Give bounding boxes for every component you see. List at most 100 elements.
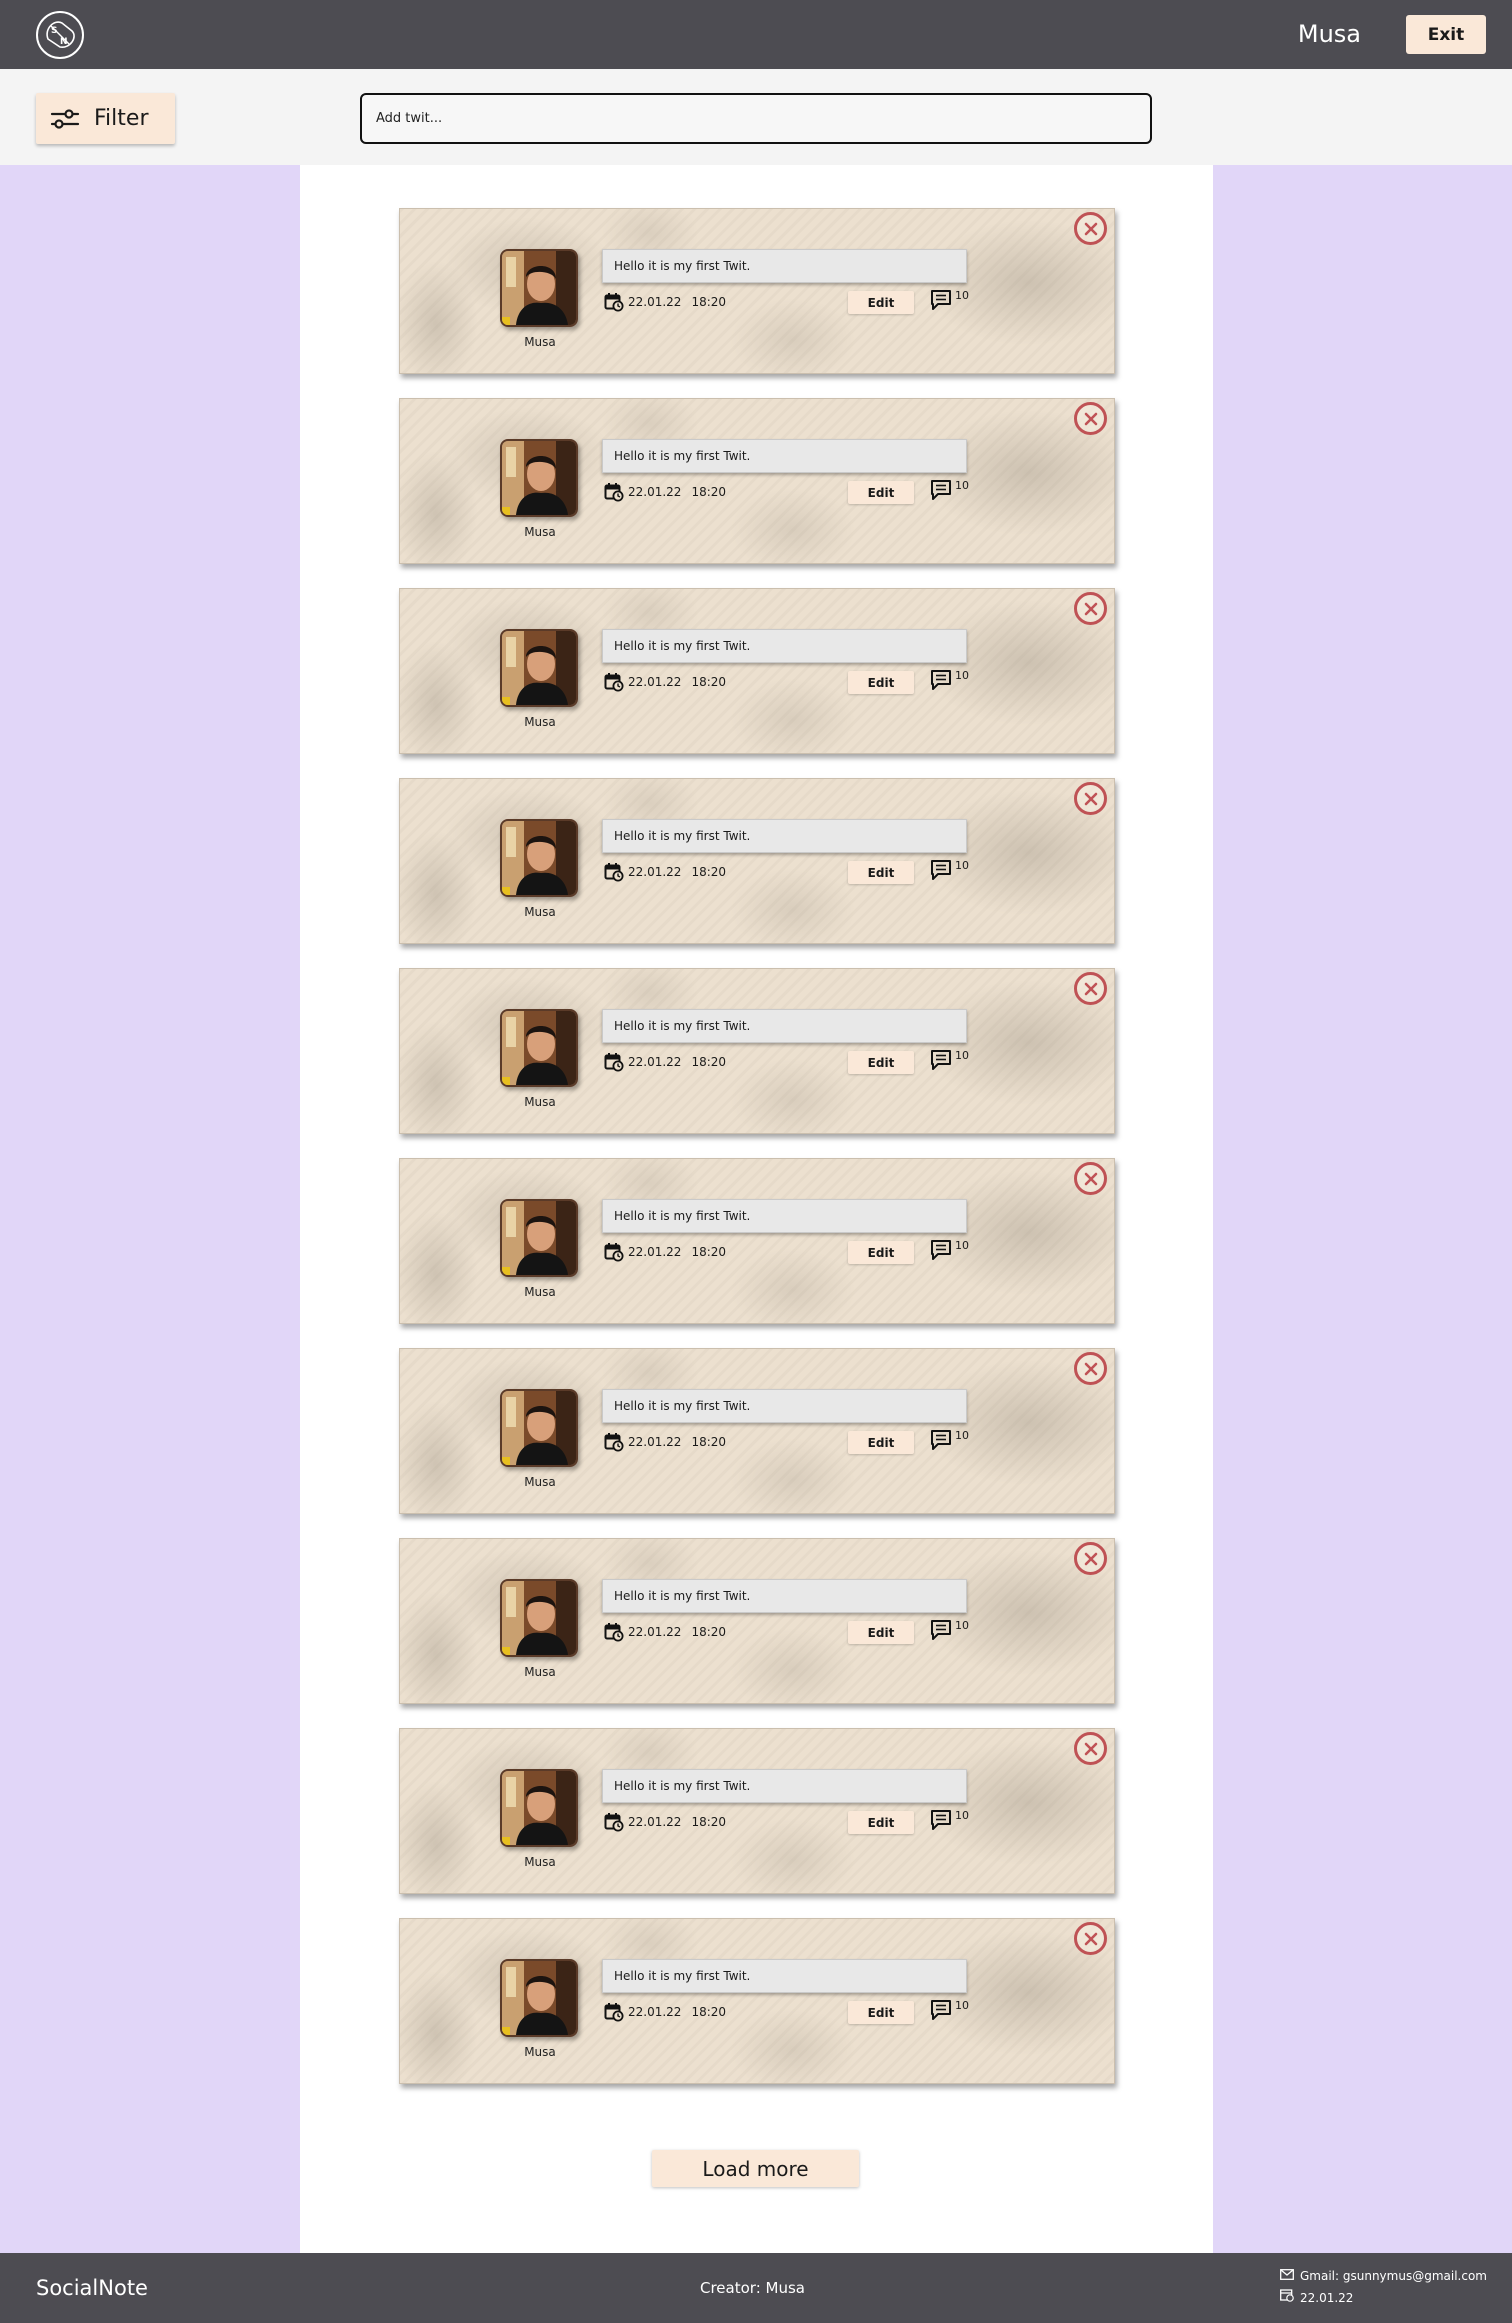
edit-post-button[interactable]: Edit xyxy=(848,1621,914,1644)
post-time: 18:20 xyxy=(691,865,727,879)
post-author: Musa xyxy=(524,1285,556,1299)
delete-post-icon[interactable] xyxy=(1074,1922,1107,1955)
comments-button[interactable]: 10 xyxy=(930,289,969,313)
post-author: Musa xyxy=(524,525,556,539)
delete-post-icon[interactable] xyxy=(1074,212,1107,245)
comment-icon xyxy=(930,1619,955,1644)
post-text: Hello it is my first Twit. xyxy=(602,1579,967,1613)
post-time: 18:20 xyxy=(691,1055,727,1069)
post-author: Musa xyxy=(524,1095,556,1109)
edit-post-button[interactable]: Edit xyxy=(848,1811,914,1834)
comments-button[interactable]: 10 xyxy=(930,1239,969,1263)
post-card: Musa Hello it is my first Twit. 22.01.22… xyxy=(399,588,1115,754)
avatar[interactable] xyxy=(500,1389,578,1467)
avatar[interactable] xyxy=(500,1959,578,2037)
footer-email[interactable]: Gmail: gsunnymus@gmail.com xyxy=(1300,2266,1487,2286)
post-card: Musa Hello it is my first Twit. 22.01.22… xyxy=(399,398,1115,564)
post-text: Hello it is my first Twit. xyxy=(602,1769,967,1803)
post-meta: 22.01.22 18:20 xyxy=(604,1051,726,1073)
post-card: Musa Hello it is my first Twit. 22.01.22… xyxy=(399,968,1115,1134)
comment-icon xyxy=(930,1049,955,1074)
post-date: 22.01.22 xyxy=(628,1055,682,1069)
post-date: 22.01.22 xyxy=(628,1625,682,1639)
edit-post-button[interactable]: Edit xyxy=(848,291,914,314)
delete-post-icon[interactable] xyxy=(1074,1732,1107,1765)
sliders-icon xyxy=(48,104,82,134)
post-author: Musa xyxy=(524,335,556,349)
post-time: 18:20 xyxy=(691,2005,727,2019)
avatar[interactable] xyxy=(500,819,578,897)
post-meta: 22.01.22 18:20 xyxy=(604,861,726,883)
comment-icon xyxy=(930,1239,955,1264)
calendar-clock-icon xyxy=(604,672,624,692)
svg-text:S: S xyxy=(51,26,57,36)
comment-count: 10 xyxy=(955,1239,969,1252)
post-author: Musa xyxy=(524,905,556,919)
delete-post-icon[interactable] xyxy=(1074,972,1107,1005)
avatar[interactable] xyxy=(500,249,578,327)
delete-post-icon[interactable] xyxy=(1074,782,1107,815)
post-card: Musa Hello it is my first Twit. 22.01.22… xyxy=(399,1918,1115,2084)
add-twit-input[interactable] xyxy=(360,93,1152,144)
post-text: Hello it is my first Twit. xyxy=(602,439,967,473)
filter-button[interactable]: Filter xyxy=(36,93,175,144)
comment-count: 10 xyxy=(955,1619,969,1632)
post-meta: 22.01.22 18:20 xyxy=(604,1811,726,1833)
comments-button[interactable]: 10 xyxy=(930,1429,969,1453)
post-text: Hello it is my first Twit. xyxy=(602,1009,967,1043)
post-text: Hello it is my first Twit. xyxy=(602,1959,967,1993)
delete-post-icon[interactable] xyxy=(1074,1352,1107,1385)
post-text: Hello it is my first Twit. xyxy=(602,1199,967,1233)
comment-icon xyxy=(930,1429,955,1454)
post-text: Hello it is my first Twit. xyxy=(602,819,967,853)
delete-post-icon[interactable] xyxy=(1074,592,1107,625)
delete-post-icon[interactable] xyxy=(1074,1542,1107,1575)
avatar[interactable] xyxy=(500,1009,578,1087)
comment-icon xyxy=(930,669,955,694)
post-text: Hello it is my first Twit. xyxy=(602,249,967,283)
comments-button[interactable]: 10 xyxy=(930,479,969,503)
load-more-button[interactable]: Load more xyxy=(652,2150,859,2187)
post-meta: 22.01.22 18:20 xyxy=(604,671,726,693)
post-meta: 22.01.22 18:20 xyxy=(604,291,726,313)
social-note-logo-icon[interactable]: S N xyxy=(36,11,84,59)
exit-button[interactable]: Exit xyxy=(1406,15,1486,54)
comments-button[interactable]: 10 xyxy=(930,1049,969,1073)
edit-post-button[interactable]: Edit xyxy=(848,1241,914,1264)
edit-post-button[interactable]: Edit xyxy=(848,671,914,694)
edit-post-button[interactable]: Edit xyxy=(848,1431,914,1454)
avatar[interactable] xyxy=(500,439,578,517)
post-date: 22.01.22 xyxy=(628,485,682,499)
comments-button[interactable]: 10 xyxy=(930,1809,969,1833)
post-author: Musa xyxy=(524,1665,556,1679)
avatar[interactable] xyxy=(500,1769,578,1847)
footer-date: 22.01.22 xyxy=(1300,2291,1354,2305)
edit-post-button[interactable]: Edit xyxy=(848,1051,914,1074)
post-time: 18:20 xyxy=(691,1625,727,1639)
footer-brand: SocialNote xyxy=(36,2276,148,2300)
comments-button[interactable]: 10 xyxy=(930,1619,969,1643)
calendar-clock-icon xyxy=(604,2002,624,2022)
delete-post-icon[interactable] xyxy=(1074,402,1107,435)
post-time: 18:20 xyxy=(691,485,727,499)
footer-contact: Gmail: gsunnymus@gmail.com 22.01.22 xyxy=(1280,2265,1487,2309)
post-card: Musa Hello it is my first Twit. 22.01.22… xyxy=(399,208,1115,374)
footer: SocialNote Creator: Musa Gmail: gsunnymu… xyxy=(0,2253,1512,2323)
avatar[interactable] xyxy=(500,629,578,707)
comments-button[interactable]: 10 xyxy=(930,669,969,693)
post-meta: 22.01.22 18:20 xyxy=(604,2001,726,2023)
calendar-clock-icon xyxy=(604,1622,624,1642)
comment-icon xyxy=(930,859,955,884)
comments-button[interactable]: 10 xyxy=(930,859,969,883)
calendar-clock-icon xyxy=(604,1242,624,1262)
avatar[interactable] xyxy=(500,1579,578,1657)
comment-icon xyxy=(930,289,955,314)
post-card: Musa Hello it is my first Twit. 22.01.22… xyxy=(399,1348,1115,1514)
edit-post-button[interactable]: Edit xyxy=(848,481,914,504)
edit-post-button[interactable]: Edit xyxy=(848,861,914,884)
delete-post-icon[interactable] xyxy=(1074,1162,1107,1195)
comments-button[interactable]: 10 xyxy=(930,1999,969,2023)
comment-count: 10 xyxy=(955,1049,969,1062)
edit-post-button[interactable]: Edit xyxy=(848,2001,914,2024)
avatar[interactable] xyxy=(500,1199,578,1277)
